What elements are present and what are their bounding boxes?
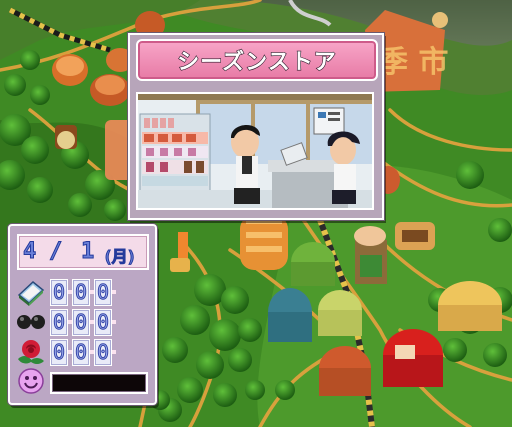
smiley-face-icon xyxy=(18,368,44,394)
stat-digit: 0 xyxy=(94,279,112,306)
date-separator: / xyxy=(48,239,62,265)
digit-separator-dot xyxy=(112,290,116,294)
stat-row-fitness: 0 0 0 xyxy=(16,307,148,337)
stat-digit: 0 xyxy=(50,279,68,306)
store-title: シーズンストア xyxy=(177,49,337,75)
stat-digit: 0 xyxy=(72,309,90,336)
date-month: 4 xyxy=(22,239,36,265)
stat-row-study: 0 0 0 xyxy=(16,277,148,307)
date-day: 1 xyxy=(80,239,94,265)
digit-separator-dot xyxy=(112,350,116,354)
book-icon xyxy=(17,281,45,306)
stat-row-charm: 0 0 0 xyxy=(16,337,148,367)
stat-digit: 0 xyxy=(50,339,68,366)
mood-gauge xyxy=(50,372,148,394)
stat-digit: 0 xyxy=(72,279,90,306)
digit-separator-dot xyxy=(112,320,116,324)
store-window: シーズンストア xyxy=(128,33,384,220)
date-display: 4 / 1 (月) xyxy=(17,234,149,270)
stat-digit: 0 xyxy=(50,309,68,336)
status-panel: 4 / 1 (月) 0 0 0 0 0 0 0 0 0 xyxy=(8,224,157,405)
rose-icon xyxy=(18,340,44,364)
stat-digit: 0 xyxy=(72,339,90,366)
svg-text:季 市: 季 市 xyxy=(378,45,448,80)
date-weekday: (月) xyxy=(102,247,136,267)
stat-digit: 0 xyxy=(94,339,112,366)
stat-row-mood xyxy=(16,366,148,396)
store-interior-scene xyxy=(136,92,374,210)
dumbbell-icon xyxy=(17,315,45,329)
store-title-plate: シーズンストア xyxy=(136,39,378,81)
stat-digit: 0 xyxy=(94,309,112,336)
